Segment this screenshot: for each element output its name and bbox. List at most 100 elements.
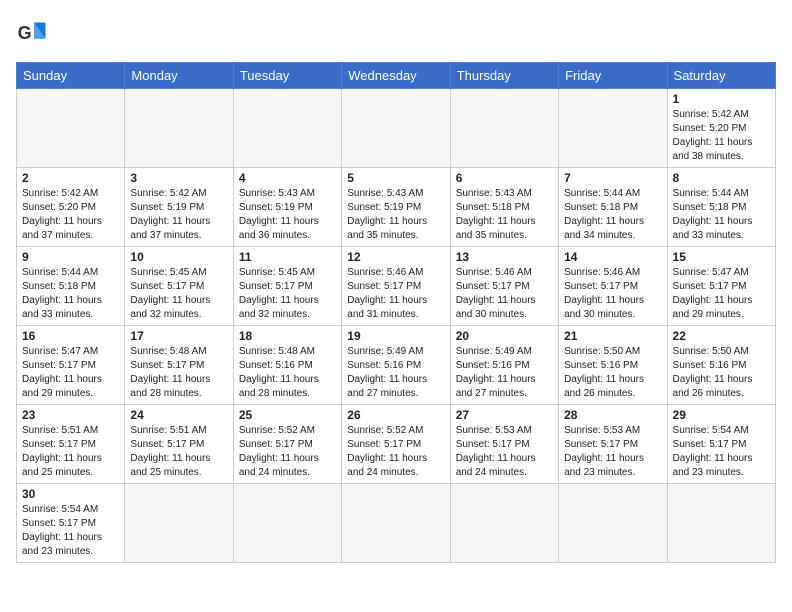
day-info: Sunrise: 5:50 AMSunset: 5:16 PMDaylight:… xyxy=(564,345,661,401)
calendar-cell: 29 Sunrise: 5:54 AMSunset: 5:17 PMDayligh… xyxy=(667,405,775,484)
day-info: Sunrise: 5:51 AMSunset: 5:17 PMDaylight:… xyxy=(130,424,227,480)
day-number: 1 xyxy=(673,92,770,106)
day-info: Sunrise: 5:42 AMSunset: 5:20 PMDaylight:… xyxy=(673,108,770,164)
calendar-cell: 21 Sunrise: 5:50 AMSunset: 5:16 PMDayligh… xyxy=(559,326,667,405)
day-number: 20 xyxy=(456,329,553,343)
calendar-cell: 19 Sunrise: 5:49 AMSunset: 5:16 PMDayligh… xyxy=(342,326,450,405)
day-info: Sunrise: 5:44 AMSunset: 5:18 PMDaylight:… xyxy=(22,266,119,322)
day-number: 23 xyxy=(22,408,119,422)
calendar-cell: 12 Sunrise: 5:46 AMSunset: 5:17 PMDayligh… xyxy=(342,247,450,326)
day-number: 7 xyxy=(564,171,661,185)
weekday-wednesday: Wednesday xyxy=(342,63,450,89)
day-number: 15 xyxy=(673,250,770,264)
calendar-cell xyxy=(342,89,450,168)
day-info: Sunrise: 5:47 AMSunset: 5:17 PMDaylight:… xyxy=(22,345,119,401)
day-info: Sunrise: 5:49 AMSunset: 5:16 PMDaylight:… xyxy=(347,345,444,401)
svg-text:G: G xyxy=(18,23,32,43)
day-info: Sunrise: 5:53 AMSunset: 5:17 PMDaylight:… xyxy=(564,424,661,480)
calendar-cell xyxy=(559,484,667,563)
calendar-cell: 27 Sunrise: 5:53 AMSunset: 5:17 PMDayligh… xyxy=(450,405,558,484)
calendar-cell xyxy=(667,484,775,563)
weekday-header-row: SundayMondayTuesdayWednesdayThursdayFrid… xyxy=(17,63,776,89)
calendar-cell: 8Sunrise: 5:44 AMSunset: 5:18 PMDaylight… xyxy=(667,168,775,247)
day-info: Sunrise: 5:46 AMSunset: 5:17 PMDaylight:… xyxy=(564,266,661,322)
day-number: 26 xyxy=(347,408,444,422)
day-number: 29 xyxy=(673,408,770,422)
calendar-cell: 3 Sunrise: 5:42 AMSunset: 5:19 PMDaylight… xyxy=(125,168,233,247)
calendar-cell: 25 Sunrise: 5:52 AMSunset: 5:17 PMDayligh… xyxy=(233,405,341,484)
day-info: Sunrise: 5:45 AMSunset: 5:17 PMDaylight:… xyxy=(130,266,227,322)
day-number: 16 xyxy=(22,329,119,343)
day-number: 30 xyxy=(22,487,119,501)
day-number: 2 xyxy=(22,171,119,185)
calendar-cell xyxy=(342,484,450,563)
day-info: Sunrise: 5:48 AMSunset: 5:16 PMDaylight:… xyxy=(239,345,336,401)
day-number: 27 xyxy=(456,408,553,422)
day-number: 13 xyxy=(456,250,553,264)
calendar-cell xyxy=(233,89,341,168)
day-info: Sunrise: 5:52 AMSunset: 5:17 PMDaylight:… xyxy=(239,424,336,480)
calendar-cell xyxy=(450,484,558,563)
calendar-cell xyxy=(125,484,233,563)
day-number: 12 xyxy=(347,250,444,264)
day-info: Sunrise: 5:42 AMSunset: 5:20 PMDaylight:… xyxy=(22,187,119,243)
calendar-cell: 2 Sunrise: 5:42 AMSunset: 5:20 PMDaylight… xyxy=(17,168,125,247)
day-number: 21 xyxy=(564,329,661,343)
day-info: Sunrise: 5:54 AMSunset: 5:17 PMDaylight:… xyxy=(22,503,119,559)
calendar-cell: 16 Sunrise: 5:47 AMSunset: 5:17 PMDayligh… xyxy=(17,326,125,405)
day-number: 19 xyxy=(347,329,444,343)
day-info: Sunrise: 5:43 AMSunset: 5:18 PMDaylight:… xyxy=(456,187,553,243)
week-row-4: 23 Sunrise: 5:51 AMSunset: 5:17 PMDayligh… xyxy=(17,405,776,484)
calendar-cell: 24 Sunrise: 5:51 AMSunset: 5:17 PMDayligh… xyxy=(125,405,233,484)
weekday-friday: Friday xyxy=(559,63,667,89)
logo: G xyxy=(16,16,56,52)
day-info: Sunrise: 5:44 AMSunset: 5:18 PMDaylight:… xyxy=(564,187,661,243)
calendar-cell: 18 Sunrise: 5:48 AMSunset: 5:16 PMDayligh… xyxy=(233,326,341,405)
day-info: Sunrise: 5:48 AMSunset: 5:17 PMDaylight:… xyxy=(130,345,227,401)
day-number: 18 xyxy=(239,329,336,343)
day-info: Sunrise: 5:51 AMSunset: 5:17 PMDaylight:… xyxy=(22,424,119,480)
calendar-cell: 7 Sunrise: 5:44 AMSunset: 5:18 PMDaylight… xyxy=(559,168,667,247)
day-number: 5 xyxy=(347,171,444,185)
day-info: Sunrise: 5:53 AMSunset: 5:17 PMDaylight:… xyxy=(456,424,553,480)
week-row-3: 16 Sunrise: 5:47 AMSunset: 5:17 PMDayligh… xyxy=(17,326,776,405)
day-info: Sunrise: 5:46 AMSunset: 5:17 PMDaylight:… xyxy=(347,266,444,322)
day-number: 9 xyxy=(22,250,119,264)
day-number: 14 xyxy=(564,250,661,264)
week-row-1: 2 Sunrise: 5:42 AMSunset: 5:20 PMDaylight… xyxy=(17,168,776,247)
day-number: 10 xyxy=(130,250,227,264)
day-info: Sunrise: 5:42 AMSunset: 5:19 PMDaylight:… xyxy=(130,187,227,243)
calendar-cell: 10 Sunrise: 5:45 AMSunset: 5:17 PMDayligh… xyxy=(125,247,233,326)
day-number: 25 xyxy=(239,408,336,422)
day-info: Sunrise: 5:49 AMSunset: 5:16 PMDaylight:… xyxy=(456,345,553,401)
day-number: 24 xyxy=(130,408,227,422)
calendar-cell: 17 Sunrise: 5:48 AMSunset: 5:17 PMDayligh… xyxy=(125,326,233,405)
header: G xyxy=(16,16,776,52)
day-number: 4 xyxy=(239,171,336,185)
day-info: Sunrise: 5:45 AMSunset: 5:17 PMDaylight:… xyxy=(239,266,336,322)
calendar-cell xyxy=(450,89,558,168)
day-number: 22 xyxy=(673,329,770,343)
calendar-cell: 6 Sunrise: 5:43 AMSunset: 5:18 PMDaylight… xyxy=(450,168,558,247)
day-number: 3 xyxy=(130,171,227,185)
day-info: Sunrise: 5:43 AMSunset: 5:19 PMDaylight:… xyxy=(239,187,336,243)
calendar-cell: 13Sunrise: 5:46 AMSunset: 5:17 PMDayligh… xyxy=(450,247,558,326)
weekday-tuesday: Tuesday xyxy=(233,63,341,89)
calendar-cell: 14 Sunrise: 5:46 AMSunset: 5:17 PMDayligh… xyxy=(559,247,667,326)
day-number: 28 xyxy=(564,408,661,422)
calendar-cell: 11Sunrise: 5:45 AMSunset: 5:17 PMDayligh… xyxy=(233,247,341,326)
logo-icon: G xyxy=(16,16,52,52)
week-row-0: 1 Sunrise: 5:42 AMSunset: 5:20 PMDaylight… xyxy=(17,89,776,168)
day-number: 17 xyxy=(130,329,227,343)
day-info: Sunrise: 5:52 AMSunset: 5:17 PMDaylight:… xyxy=(347,424,444,480)
calendar-cell: 9 Sunrise: 5:44 AMSunset: 5:18 PMDaylight… xyxy=(17,247,125,326)
day-number: 8 xyxy=(673,171,770,185)
calendar-cell: 28 Sunrise: 5:53 AMSunset: 5:17 PMDayligh… xyxy=(559,405,667,484)
calendar-cell xyxy=(559,89,667,168)
calendar-cell: 26 Sunrise: 5:52 AMSunset: 5:17 PMDayligh… xyxy=(342,405,450,484)
day-number: 6 xyxy=(456,171,553,185)
day-info: Sunrise: 5:50 AMSunset: 5:16 PMDaylight:… xyxy=(673,345,770,401)
day-info: Sunrise: 5:54 AMSunset: 5:17 PMDaylight:… xyxy=(673,424,770,480)
day-info: Sunrise: 5:47 AMSunset: 5:17 PMDaylight:… xyxy=(673,266,770,322)
calendar-cell xyxy=(233,484,341,563)
